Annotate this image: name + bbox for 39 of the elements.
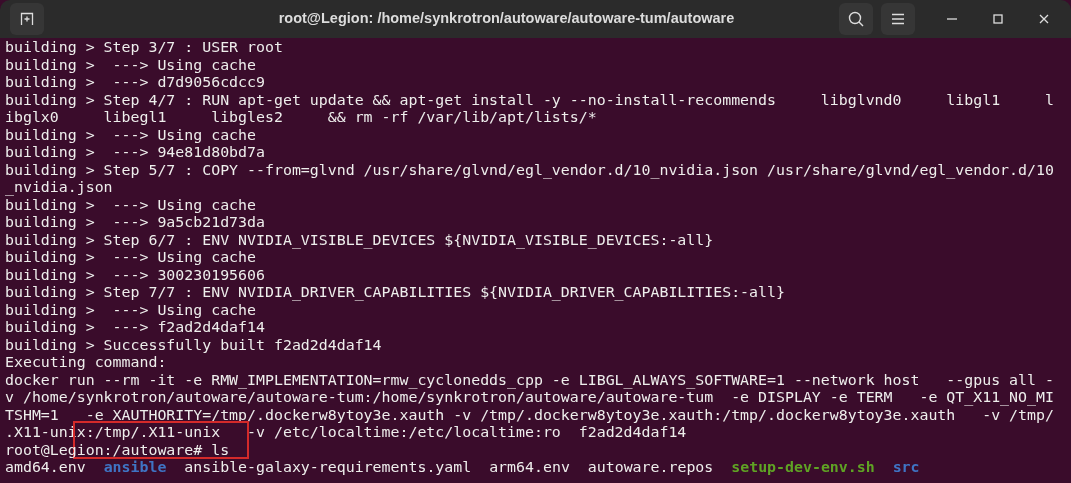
- minimize-icon: [947, 18, 957, 20]
- terminal-line: _nvidia.json: [5, 178, 113, 196]
- terminal-line: building > ---> Using cache: [5, 248, 257, 266]
- new-tab-button[interactable]: [10, 3, 44, 35]
- terminal-line: building > ---> 94e81d80bd7a: [5, 143, 265, 161]
- file-listing-entry: setup-dev-env.sh: [731, 458, 875, 476]
- terminal-line: building > ---> Using cache: [5, 125, 257, 144]
- terminal-line: v /home/synkrotron/autoware/autoware-tum:/home/synkrotron/autoware/autoware-tum -e DISPLAY -e TERM -e QT_X11_NO_MI: [5, 388, 1054, 406]
- file-listing-entry: autoware.repos: [587, 458, 714, 476]
- terminal-line: building > Step 6/7 : ENV NVIDIA_VISIBLE_DEVICES ${NVIDIA_VISIBLE_DEVICES:-all}: [5, 230, 714, 249]
- terminal-line: building > ---> Using cache: [5, 300, 257, 319]
- menu-icon: [891, 13, 905, 25]
- terminal-line: building > Step 3/7 : USER root: [5, 38, 283, 56]
- terminal-line: Executing command:: [5, 353, 167, 371]
- file-listing-entry: src: [892, 458, 920, 476]
- terminal-line: building > Step 5/7 : COPY --from=glvnd /usr/share/glvnd/egl_vendor.d/10_nvidia.json /usr/share/glvnd/egl_vendor.d/10: [5, 160, 1054, 179]
- terminal-line: docker run --rm -it -e RMW_IMPLEMENTATION=rmw_cyclonedds_cpp -e LIBGL_ALWAYS_SOFTWARE=1 --network host --gpus all -: [5, 370, 1054, 389]
- terminal-line: building > ---> Using cache: [5, 195, 257, 214]
- new-tab-icon: [20, 12, 34, 26]
- terminal-line: building > ---> Using cache: [5, 55, 257, 74]
- window-title: root@Legion: /home/synkrotron/autoware/autoware-tum/autoware: [278, 9, 735, 29]
- file-listing-entry: arm64.env: [489, 458, 570, 476]
- terminal-line: building > Step 4/7 : RUN apt-get update && apt-get install -y --no-install-recommends libglvnd0 libgl1 l: [5, 90, 1054, 109]
- maximize-icon: [993, 14, 1003, 24]
- terminal-line: building > ---> 9a5cb21d73da: [5, 213, 265, 231]
- terminal-line: building > Step 7/7 : ENV NVIDIA_DRIVER_CAPABILITIES ${NVIDIA_DRIVER_CAPABILITIES:-all}: [5, 283, 785, 301]
- terminal-line: building > ---> d7d9056cdcc9: [5, 73, 265, 91]
- terminal-line: building > ---> 300230195606: [5, 265, 265, 284]
- terminal-line: building > ---> f2ad2d4daf14: [5, 318, 265, 336]
- terminal-line: ibglx0 libegl1 libgles2 && rm -rf /var/lib/apt/lists/*: [5, 108, 597, 126]
- menu-button[interactable]: [881, 3, 915, 35]
- file-listing-entry: ansible: [103, 458, 167, 476]
- search-button[interactable]: [839, 3, 873, 35]
- search-icon: [848, 11, 864, 27]
- terminal-line: building > Successfully built f2ad2d4daf14: [5, 335, 382, 354]
- close-icon: [1039, 14, 1049, 24]
- file-listing-entry: ansible-galaxy-requirements.yaml: [184, 458, 472, 476]
- file-listing-entry: amd64.env: [5, 458, 86, 476]
- terminal-line: TSHM=1 -e XAUTHORITY=/tmp/.dockerw8ytoy3e.xauth -v /tmp/.dockerw8ytoy3e.xauth:/tmp/.dockerw8ytoy3e.xauth -v /tmp/: [5, 405, 1054, 424]
